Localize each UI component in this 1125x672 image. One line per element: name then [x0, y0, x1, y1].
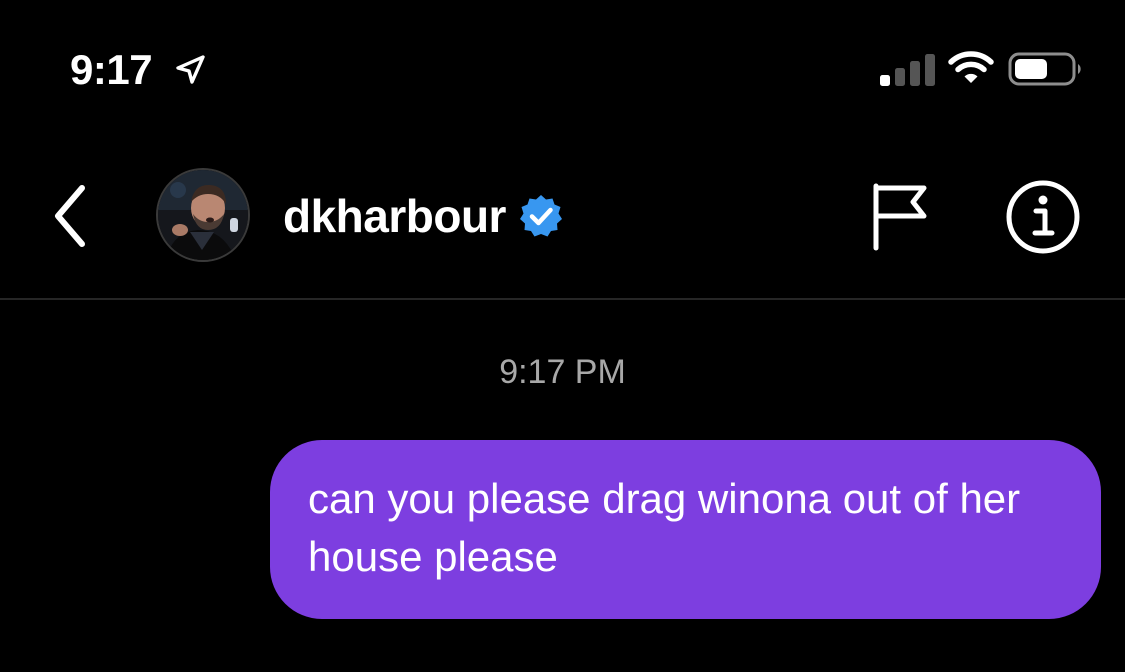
avatar-photo [158, 170, 248, 260]
message-text: can you please drag winona out of her ho… [308, 475, 1021, 580]
username: dkharbour [283, 190, 506, 242]
cellular-signal-icon [880, 54, 935, 86]
battery-icon [1008, 52, 1081, 86]
username-row[interactable]: dkharbour [283, 186, 564, 246]
verified-badge-icon [519, 195, 562, 237]
status-bar: 9:17 [0, 0, 1125, 140]
flag-icon[interactable] [868, 180, 934, 252]
wifi-icon [948, 51, 994, 83]
back-chevron-icon[interactable] [40, 178, 100, 254]
chat-header: dkharbour [0, 140, 1125, 300]
avatar[interactable] [156, 168, 250, 262]
info-icon[interactable] [1004, 178, 1082, 256]
message-timestamp: 9:17 PM [499, 353, 626, 391]
status-time: 9:17 [70, 46, 153, 93]
outgoing-message-bubble[interactable]: can you please drag winona out of her ho… [270, 440, 1101, 619]
location-arrow-icon [176, 55, 205, 84]
